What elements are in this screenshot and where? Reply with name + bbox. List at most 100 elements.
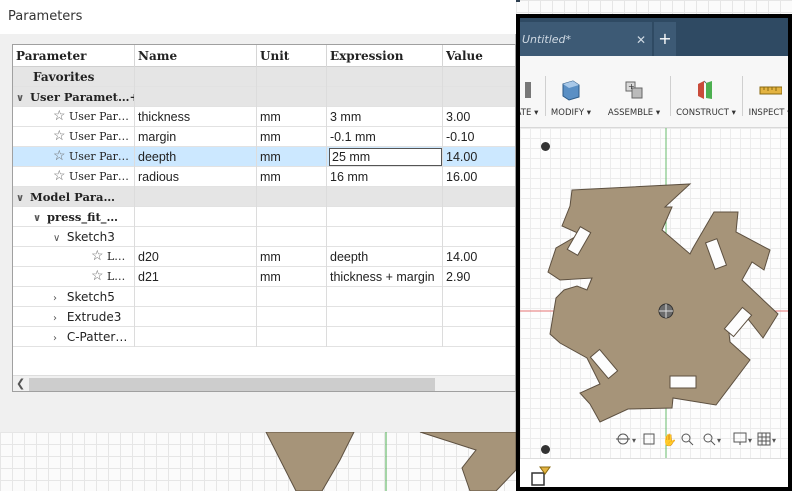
- tree-row-cpattern[interactable]: › C-Patter…: [13, 327, 515, 347]
- navigation-toolbar-icons: ▾ ✋ ▾ ▾ ▾: [616, 432, 776, 447]
- viewport-drawing: [520, 128, 788, 458]
- group-row-favorites[interactable]: Favorites: [13, 67, 515, 87]
- column-header-parameter[interactable]: Parameter: [13, 45, 135, 67]
- screen: Parameters Parameter Name Unit Expressio…: [0, 0, 792, 491]
- document-tab-title: Untitled*: [522, 33, 572, 46]
- inspect-icon: [759, 86, 782, 95]
- zoom-window-icon[interactable]: [681, 433, 694, 446]
- param-name[interactable]: d20: [135, 247, 257, 267]
- param-expression[interactable]: 16 mm: [327, 167, 443, 187]
- param-type: L…: [107, 250, 126, 263]
- group-label-favorites: Favorites: [13, 67, 135, 87]
- pan-icon[interactable]: ✋: [662, 433, 677, 447]
- table-row[interactable]: ☆ User Par… radious mm 16 mm 16.00: [13, 167, 515, 187]
- svg-text:+: +: [628, 82, 635, 91]
- timeline-icons: [531, 466, 551, 486]
- new-tab-button[interactable]: +: [654, 22, 676, 56]
- press-fit-part-shape[interactable]: [547, 183, 779, 423]
- group-row-model-parameters[interactable]: ∨ Model Para…: [13, 187, 515, 207]
- star-icon[interactable]: ☆: [91, 249, 107, 263]
- chevron-right-icon[interactable]: ›: [53, 313, 63, 324]
- param-expression[interactable]: -0.1 mm: [327, 127, 443, 147]
- column-header-value[interactable]: Value: [443, 45, 515, 67]
- browser-collapse-icon[interactable]: [541, 142, 550, 151]
- chevron-down-icon[interactable]: ∨: [53, 233, 63, 244]
- param-value: 3.00: [446, 110, 471, 124]
- table-row[interactable]: ☆ User Par… margin mm -0.1 mm -0.10: [13, 127, 515, 147]
- expression-edit-field[interactable]: 25 mm: [329, 148, 442, 166]
- tree-row-sketch5[interactable]: › Sketch5: [13, 287, 515, 307]
- inspect-menu[interactable]: INSPECT ▾: [742, 56, 788, 128]
- chevron-down-icon[interactable]: ∨: [33, 213, 43, 224]
- group-row-user-parameters[interactable]: ∨ User Paramet…+: [13, 87, 515, 107]
- ribbon-toolbar: ATE ▾ MODIFY ▾ + ASSEMBLE ▾ CONSTRUCT ▾ …: [520, 56, 788, 128]
- grid-settings-icon[interactable]: [757, 432, 771, 446]
- param-value: 16.00: [446, 170, 478, 184]
- modify-menu[interactable]: MODIFY ▾: [546, 56, 596, 128]
- param-name[interactable]: d21: [135, 267, 257, 287]
- param-unit[interactable]: mm: [257, 107, 327, 127]
- create-menu[interactable]: ATE ▾: [520, 56, 544, 128]
- chevron-down-icon[interactable]: ∨: [16, 93, 26, 104]
- star-icon[interactable]: ☆: [53, 149, 69, 163]
- param-name[interactable]: deepth: [135, 147, 257, 167]
- background-part-right: [419, 431, 516, 491]
- svg-text:▾: ▾: [717, 436, 721, 445]
- param-name[interactable]: margin: [135, 127, 257, 147]
- assemble-icon: +: [625, 81, 643, 99]
- navigation-bar: ▾ ✋ ▾ ▾ ▾: [520, 428, 788, 452]
- tree-row-component[interactable]: ∨ press_fit_…: [13, 207, 515, 227]
- slot-cutout: [669, 375, 697, 389]
- assemble-menu[interactable]: + ASSEMBLE ▾: [598, 56, 670, 128]
- param-unit[interactable]: mm: [257, 127, 327, 147]
- param-expression[interactable]: deepth: [327, 247, 443, 267]
- table-row[interactable]: ☆ User Par… thickness mm 3 mm 3.00: [13, 107, 515, 127]
- param-unit[interactable]: mm: [257, 167, 327, 187]
- document-tab[interactable]: Untitled* ✕: [520, 22, 652, 56]
- group-label-user-parameters: User Paramet…: [30, 90, 130, 104]
- construct-menu[interactable]: CONSTRUCT ▾: [670, 56, 742, 128]
- chevron-right-icon[interactable]: ›: [53, 293, 63, 304]
- star-icon[interactable]: ☆: [91, 269, 107, 283]
- toolbar-label: ASSEMBLE ▾: [607, 108, 661, 118]
- svg-text:▾: ▾: [772, 436, 776, 445]
- tree-row-extrude3[interactable]: › Extrude3: [13, 307, 515, 327]
- horizontal-scrollbar[interactable]: ❮: [13, 375, 515, 391]
- param-unit[interactable]: mm: [257, 247, 327, 267]
- param-unit[interactable]: mm: [257, 147, 327, 167]
- table-row-selected[interactable]: ☆ User Par… deepth mm 25 mm 14.00: [13, 147, 515, 167]
- param-expression[interactable]: 3 mm: [327, 107, 443, 127]
- 3d-viewport[interactable]: [520, 128, 788, 458]
- param-unit[interactable]: mm: [257, 267, 327, 287]
- scrollbar-thumb[interactable]: [29, 378, 435, 391]
- scroll-left-icon[interactable]: ❮: [16, 377, 25, 390]
- param-expression[interactable]: thickness + margin: [327, 267, 443, 287]
- column-header-unit[interactable]: Unit: [257, 45, 327, 67]
- star-icon[interactable]: ☆: [53, 109, 69, 123]
- look-at-icon[interactable]: [643, 433, 655, 445]
- table-row[interactable]: ☆ L… d21 mm thickness + margin 2.90: [13, 267, 515, 287]
- component-label: press_fit_…: [47, 210, 119, 224]
- chevron-right-icon[interactable]: ›: [53, 333, 63, 344]
- param-type: User Par…: [69, 110, 129, 123]
- close-icon[interactable]: ✕: [636, 33, 646, 47]
- feature-label: C-Patter…: [66, 330, 128, 344]
- fit-icon[interactable]: [703, 433, 716, 446]
- chevron-down-icon[interactable]: ∨: [16, 193, 26, 204]
- orbit-icon[interactable]: [616, 433, 630, 445]
- param-name[interactable]: thickness: [135, 107, 257, 127]
- column-header-name[interactable]: Name: [135, 45, 257, 67]
- star-icon[interactable]: ☆: [53, 129, 69, 143]
- column-header-expression[interactable]: Expression: [327, 45, 443, 67]
- svg-text:▾: ▾: [632, 436, 636, 445]
- param-value: 2.90: [446, 270, 471, 284]
- star-icon[interactable]: ☆: [53, 169, 69, 183]
- timeline-marker-icon[interactable]: [531, 466, 551, 486]
- feature-label: Extrude3: [66, 310, 122, 324]
- param-type: L…: [107, 270, 126, 283]
- param-name[interactable]: radious: [135, 167, 257, 187]
- param-value: 14.00: [446, 150, 478, 164]
- tree-row-sketch3[interactable]: ∨ Sketch3: [13, 227, 515, 247]
- table-row[interactable]: ☆ L… d20 mm deepth 14.00: [13, 247, 515, 267]
- display-settings-icon[interactable]: [733, 432, 747, 445]
